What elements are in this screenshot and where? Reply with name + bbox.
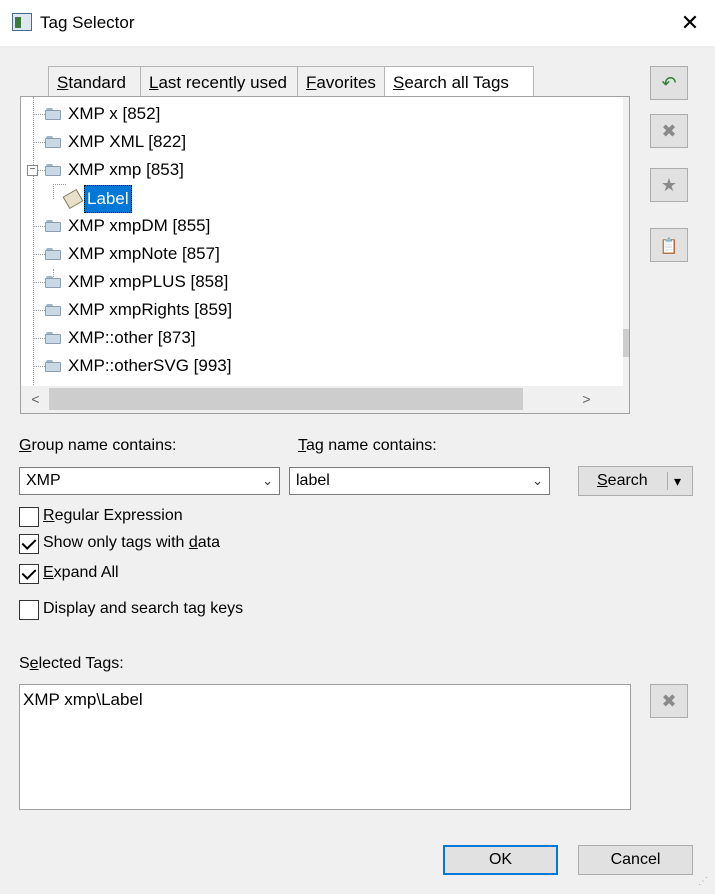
scroll-right-arrow[interactable]: > (574, 387, 599, 412)
collapse-icon[interactable]: − (27, 165, 38, 176)
group-name-combo[interactable]: XMP ⌄ (19, 467, 280, 495)
tree-item-label[interactable]: Label (84, 185, 132, 213)
app-icon (12, 13, 32, 31)
chevron-down-icon: ⌄ (532, 473, 543, 488)
folder-icon (45, 108, 61, 120)
selected-tag-entry[interactable]: XMP xmp\Label (23, 690, 143, 709)
resize-grip-icon[interactable]: ⋰ (698, 876, 712, 890)
folder-icon (45, 164, 61, 176)
delete-button[interactable]: ✖ (650, 114, 688, 148)
tree-leaf-item[interactable]: Label (21, 184, 601, 213)
folder-icon (45, 220, 61, 232)
tag-tree[interactable]: XMP x [852] XMP XML [822] − XMP xmp [853] La… (20, 96, 630, 414)
expand-all-checkbox[interactable]: Expand All (19, 562, 319, 586)
tree-item-label: XMP::otherSVG [993] (68, 356, 232, 375)
group-name-value: XMP (26, 472, 61, 489)
scroll-corner (623, 386, 629, 413)
tree-item-label: XMP xmpRights [859] (68, 300, 233, 319)
tab-search-all-tags[interactable]: Search all Tags (384, 66, 534, 99)
tree-item[interactable]: XMP xmpNote [857] (21, 240, 601, 268)
tab-standard[interactable]: Standard (48, 66, 152, 99)
delete-x-icon: ✖ (661, 691, 677, 711)
cancel-button[interactable]: Cancel (578, 845, 693, 875)
folder-icon (45, 304, 61, 316)
selected-tags-label: Selected Tags: (19, 655, 124, 672)
checkbox-box[interactable] (19, 564, 39, 584)
tree-item-label: XMP XML [822] (68, 132, 187, 151)
tree-item-label: XMP xmpPLUS [858] (68, 272, 229, 291)
undo-button[interactable]: ↶ (650, 66, 688, 100)
tree-item-label: XMP xmp [853] (68, 160, 184, 179)
scroll-down-arrow[interactable]: ⌄ (623, 361, 629, 386)
tag-name-label: Tag name contains: (298, 437, 437, 454)
favorite-star-icon: ★ (660, 175, 678, 195)
delete-x-icon: ✖ (661, 121, 677, 141)
title-bar: Tag Selector ✕ (0, 0, 715, 46)
vertical-scroll-thumb[interactable] (623, 329, 629, 357)
folder-icon (45, 276, 61, 288)
search-button[interactable]: Search ▾ (578, 466, 693, 496)
tree-item[interactable]: XMP xmpRights [859] (21, 296, 601, 324)
tree-item[interactable]: XMP x [852] (21, 100, 601, 128)
folder-icon (45, 360, 61, 372)
tree-item[interactable]: XMP xmpDM [855] (21, 212, 601, 240)
close-button[interactable]: ✕ (672, 8, 708, 38)
scroll-left-arrow[interactable]: < (23, 387, 48, 412)
display-tag-keys-checkbox[interactable]: Display and search tag keys (19, 598, 319, 622)
tree-item-label: XMP x [852] (68, 104, 161, 123)
checkbox-box[interactable] (19, 600, 39, 620)
group-name-label: Group name contains: (19, 437, 177, 454)
checkbox-box[interactable] (19, 534, 39, 554)
remove-selected-button[interactable]: ✖ (650, 684, 688, 718)
scroll-up-arrow[interactable]: ⌃ (623, 99, 629, 124)
folder-icon (45, 136, 61, 148)
regular-expression-checkbox[interactable]: Regular Expression (19, 505, 319, 529)
tree-item[interactable]: XMP XML [822] (21, 128, 601, 156)
search-dropdown-arrow-icon[interactable]: ▾ (674, 467, 681, 495)
ok-button[interactable]: OK (443, 845, 558, 875)
checkbox-box[interactable] (19, 507, 39, 527)
tag-name-combo[interactable]: label ⌄ (289, 467, 550, 495)
tree-item[interactable]: − XMP xmp [853] (21, 156, 601, 184)
folder-icon (45, 248, 61, 260)
undo-arrow-icon: ↶ (661, 73, 677, 93)
tree-item[interactable]: XMP::otherSVG [993] (21, 352, 601, 380)
horizontal-scroll-thumb[interactable] (49, 388, 523, 410)
tab-last-recently-used[interactable]: Last recently used (140, 66, 312, 99)
tree-item-label: XMP::other [873] (68, 328, 196, 347)
window-title: Tag Selector (40, 13, 135, 32)
tree-item-label: XMP xmpNote [857] (68, 244, 220, 263)
show-only-tags-with-data-checkbox[interactable]: Show only tags with data (19, 532, 319, 556)
clipboard-icon: 📋 (659, 238, 679, 255)
tree-item[interactable]: XMP xmpPLUS [858] (21, 268, 601, 296)
tree-item[interactable]: XMP::other [873] (21, 324, 601, 352)
favorite-button[interactable]: ★ (650, 168, 688, 202)
chevron-down-icon: ⌄ (262, 473, 273, 488)
selected-tags-box[interactable]: XMP xmp\Label (19, 684, 631, 810)
tree-item-label: XMP xmpDM [855] (68, 216, 211, 235)
folder-icon (45, 332, 61, 344)
clipboard-button[interactable]: 📋 (650, 228, 688, 262)
tag-name-value: label (296, 472, 330, 489)
